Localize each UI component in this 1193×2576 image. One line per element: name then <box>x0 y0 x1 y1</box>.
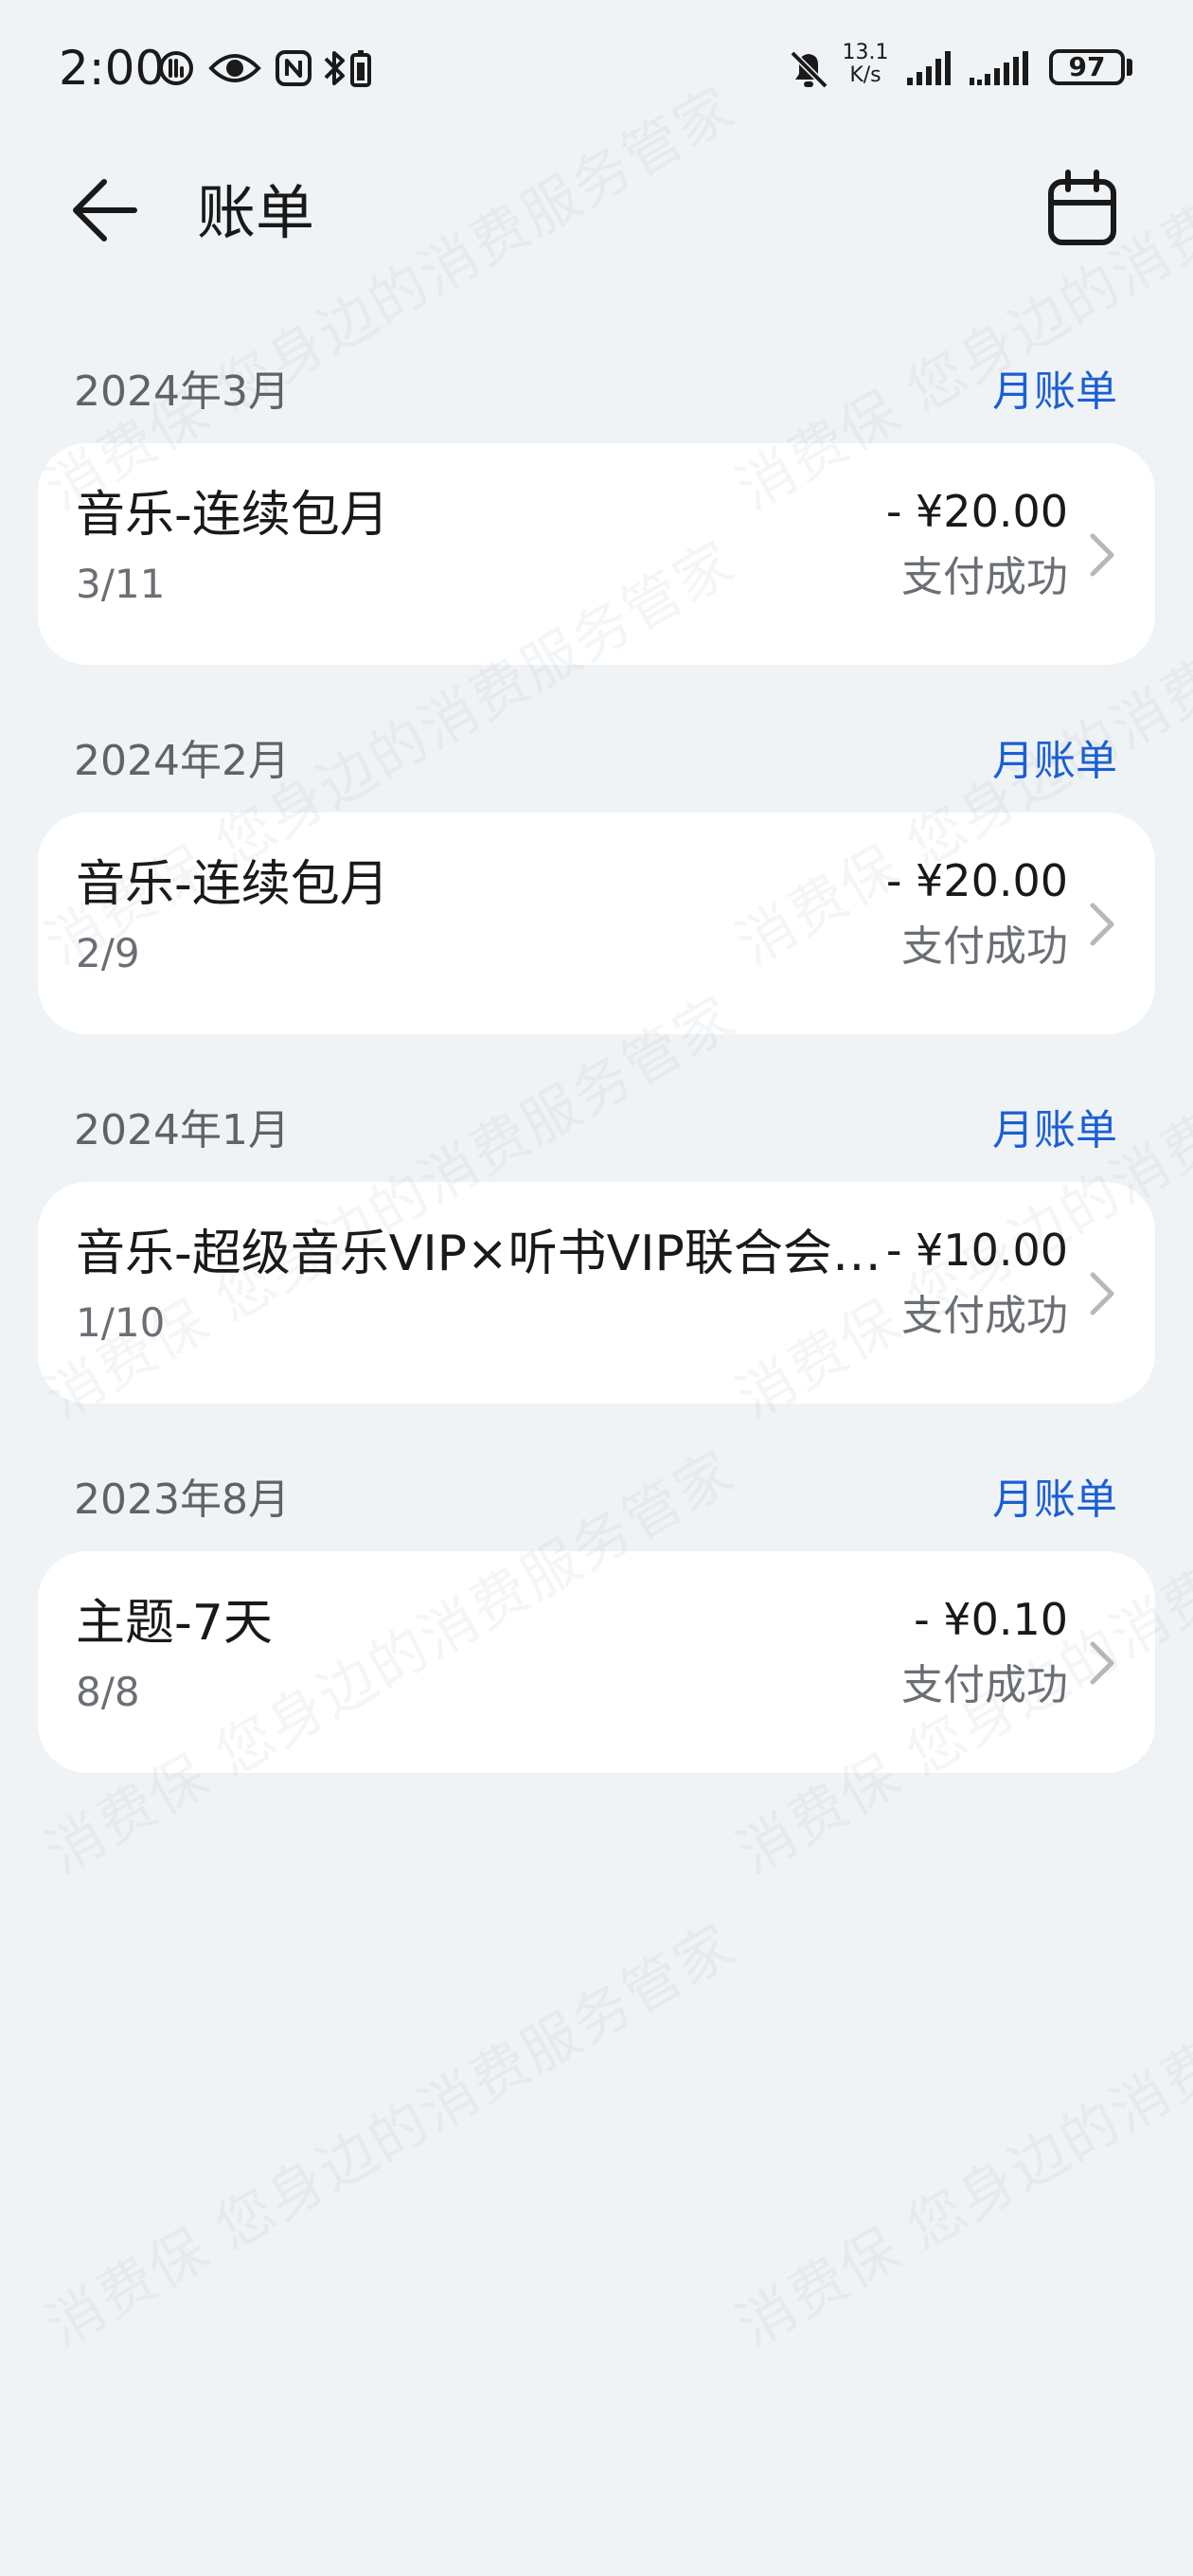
page-title: 账单 <box>197 178 315 247</box>
watermark: 消费保 您身边的消费服务管家 <box>726 1911 1193 2361</box>
watermark: 消费保 您身边的消费服务管家 <box>35 1911 747 2361</box>
bill-name: 主题-7天 <box>76 1595 273 1652</box>
battery-icon: 97 <box>1049 49 1125 85</box>
chevron-right-icon <box>1090 903 1114 946</box>
signal-secondary-icon <box>970 51 1028 85</box>
bill-date: 8/8 <box>76 1669 140 1715</box>
calendar-icon <box>1048 170 1116 245</box>
bill-item[interactable]: 音乐-连续包月 2/9 - ¥20.00 支付成功 <box>38 813 1155 1034</box>
status-time: 2:00 <box>59 41 166 96</box>
bill-status: 支付成功 <box>901 1292 1068 1340</box>
section-month: 2024年3月 <box>74 367 290 416</box>
signal-icon <box>907 51 951 85</box>
bill-amount: - ¥10.00 <box>885 1225 1068 1276</box>
data-saver-icon <box>159 51 193 85</box>
bill-amount: - ¥20.00 <box>885 486 1068 537</box>
network-speed-value: 13.1 <box>842 41 889 64</box>
chevron-right-icon <box>1090 533 1114 577</box>
section-header-2024-02: 2024年2月 月账单 <box>0 718 1193 803</box>
bill-item[interactable]: 音乐-连续包月 3/11 - ¥20.00 支付成功 <box>38 443 1155 665</box>
bill-status: 支付成功 <box>901 553 1068 601</box>
network-speed: 13.1 K/s <box>837 42 894 87</box>
bill-status: 支付成功 <box>901 922 1068 971</box>
chevron-right-icon <box>1090 1272 1114 1315</box>
bill-name: 音乐-连续包月 <box>76 856 389 913</box>
month-bill-link[interactable]: 月账单 <box>992 1104 1117 1157</box>
eye-icon <box>208 54 261 82</box>
section-month: 2024年2月 <box>74 737 290 785</box>
arrow-left-icon <box>73 179 137 242</box>
bluetooth-battery-icon <box>324 50 371 87</box>
bill-amount: - ¥20.00 <box>885 855 1068 906</box>
bill-date: 2/9 <box>76 930 140 976</box>
bill-item[interactable]: 主题-7天 8/8 - ¥0.10 支付成功 <box>38 1551 1155 1773</box>
section-header-2023-08: 2023年8月 月账单 <box>0 1457 1193 1542</box>
month-bill-link[interactable]: 月账单 <box>992 735 1117 788</box>
section-month: 2023年8月 <box>74 1476 290 1524</box>
bill-amount: - ¥0.10 <box>914 1594 1068 1645</box>
section-month: 2024年1月 <box>74 1106 290 1154</box>
mute-bell-icon <box>790 50 828 89</box>
bill-name: 音乐-超级音乐VIP×听书VIP联合会… <box>76 1225 881 1282</box>
section-header-2024-01: 2024年1月 月账单 <box>0 1087 1193 1172</box>
network-speed-unit: K/s <box>849 63 881 87</box>
month-bill-link[interactable]: 月账单 <box>992 1474 1117 1527</box>
bill-item[interactable]: 音乐-超级音乐VIP×听书VIP联合会… 1/10 - ¥10.00 支付成功 <box>38 1182 1155 1404</box>
battery-level: 97 <box>1068 51 1106 82</box>
bill-status: 支付成功 <box>901 1661 1068 1709</box>
back-button[interactable] <box>66 170 151 256</box>
nfc-icon <box>276 50 312 86</box>
chevron-right-icon <box>1090 1641 1114 1685</box>
status-bar: 2:00 13.1 K/s 97 <box>0 0 1193 142</box>
calendar-button[interactable] <box>1040 167 1127 254</box>
bill-screen: 2:00 13.1 K/s 97 账单 2024年3月 月账单 音乐-连续包月 … <box>0 0 1193 2576</box>
battery-tip <box>1127 59 1132 76</box>
section-header-2024-03: 2024年3月 月账单 <box>0 349 1193 434</box>
month-bill-link[interactable]: 月账单 <box>992 366 1117 419</box>
bill-name: 音乐-连续包月 <box>76 487 389 544</box>
bill-date: 3/11 <box>76 561 166 607</box>
bill-date: 1/10 <box>76 1299 166 1346</box>
